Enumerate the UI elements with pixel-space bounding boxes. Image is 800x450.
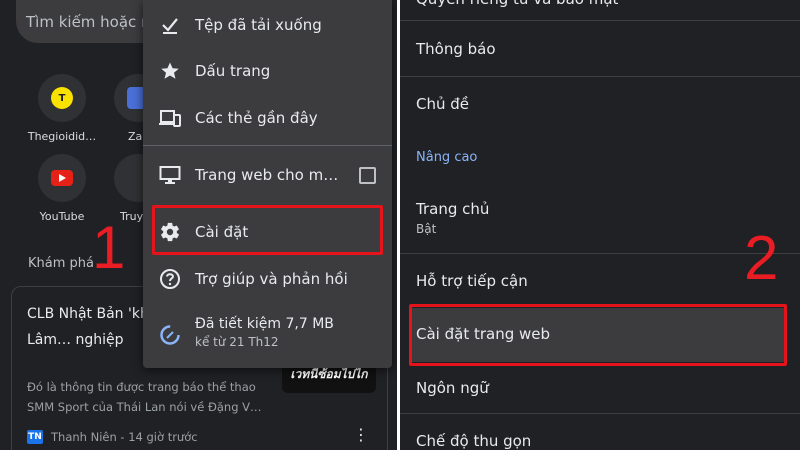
download-check-icon [159,14,181,36]
shortcut-label: YouTube [39,210,85,223]
menu-item-help[interactable]: Trợ giúp và phản hồi [143,256,392,302]
discover-heading: Khám phá [28,256,94,271]
settings-item-theme[interactable]: Chủ đề [400,77,800,133]
shortcut-label: Thegioidid… [27,130,97,143]
settings-item-accessibility[interactable]: Hỗ trợ tiếp cận [400,254,800,308]
more-vert-icon[interactable]: ⋮ [353,427,369,443]
star-icon [159,60,181,82]
thanh-nien-logo-icon: TN [27,430,43,444]
section-advanced: Nâng cao [416,150,478,165]
news-description: Đó là thông tin được trang báo thể thao … [27,380,262,414]
youtube-icon [38,154,86,202]
menu-item-data-saver[interactable]: Đã tiết kiệm 7,7 MB kể từ 21 Th12 [143,310,392,362]
menu-item-bookmarks[interactable]: Dấu trang [143,48,392,94]
menu-item-desktop-site[interactable]: Trang web cho m… [143,152,392,198]
overflow-menu: Tệp đã tải xuống Dấu trang Các thẻ gần đ… [143,0,392,368]
settings-item-notifications[interactable]: Thông báo [400,21,800,77]
news-source: TN Thanh Niên - 14 giờ trước [27,430,198,444]
shortcut-za[interactable]: Za [114,74,162,143]
settings-item-privacy[interactable]: Quyền riêng tư và bảo mật [400,0,800,21]
shortcut-label: Za [128,130,143,143]
shortcut-icon: T [38,74,86,122]
menu-divider [143,145,392,146]
news-source-text: Thanh Niên - 14 giờ trước [51,430,198,444]
shortcut-youtube[interactable]: YouTube [22,154,102,223]
settings-item-homepage[interactable]: Trang chủ Bật [400,182,800,254]
devices-icon [159,107,181,129]
site-settings-highlight-box [409,304,787,366]
step-number-1: 1 [92,214,126,281]
shortcut-truy[interactable]: Truy [114,154,162,223]
settings-item-language[interactable]: Ngôn ngữ [400,362,800,414]
step-number-2: 2 [744,224,779,293]
settings-highlight-box [152,205,383,255]
menu-item-downloads[interactable]: Tệp đã tải xuống [143,2,392,48]
menu-item-recent-tabs[interactable]: Các thẻ gần đây [143,95,392,141]
settings-item-lite-mode[interactable]: Chế độ thu gọn [400,414,800,450]
data-saver-icon [159,324,181,346]
desktop-site-checkbox[interactable] [359,166,376,184]
shortcut-thegioididong[interactable]: T Thegioidid… [22,74,102,143]
right-screenshot: Quyền riêng tư và bảo mật Thông báo Chủ … [400,0,800,450]
left-screenshot: Tìm kiếm hoặc nhập T Thegioidid… Za YouT… [0,0,397,450]
desktop-icon [159,164,181,186]
help-icon [159,268,181,290]
